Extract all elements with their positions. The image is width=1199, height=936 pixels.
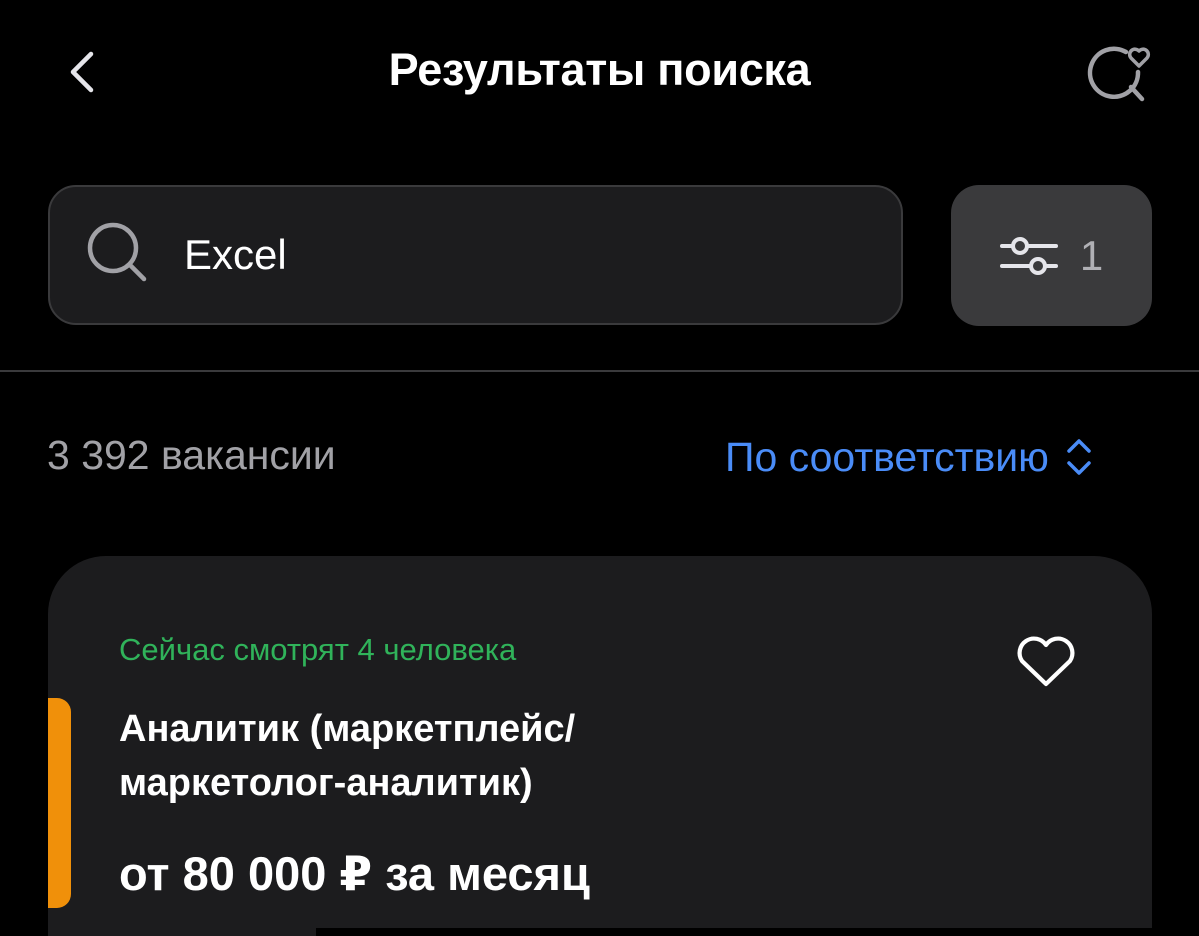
sliders-icon	[999, 236, 1058, 275]
header-divider	[0, 370, 1199, 372]
search-heart-icon	[1087, 46, 1151, 102]
viewers-count: Сейчас смотрят 4 человека	[119, 632, 517, 667]
vacancy-title[interactable]: Аналитик (маркетплейс/ маркетолог-аналит…	[119, 702, 979, 810]
results-count: 3 392 вакансии	[47, 432, 336, 478]
favorite-button[interactable]	[1010, 630, 1082, 694]
vacancy-title-line: Аналитик (маркетплейс/	[119, 708, 576, 750]
sort-button[interactable]: По соответствию	[725, 430, 1095, 484]
filter-button[interactable]: 1	[951, 185, 1152, 326]
filter-count-badge: 1	[1079, 231, 1104, 279]
vacancy-salary: от 80 000 ₽ за месяц	[119, 847, 590, 900]
sort-label: По соответствию	[725, 433, 1049, 480]
card-bottom-edge	[48, 928, 316, 936]
search-input[interactable]	[184, 225, 864, 285]
vacancy-title-line: маркетолог-аналитик)	[119, 762, 533, 804]
page-title: Результаты поиска	[388, 44, 811, 95]
search-box[interactable]	[48, 185, 903, 325]
search-results-screen: Результаты поиска 1 3 392 вакансии По со…	[0, 0, 1199, 936]
card-bottom-gap	[316, 928, 1152, 936]
search-icon	[87, 222, 147, 282]
highlight-bar	[48, 698, 71, 908]
saved-search-button[interactable]	[1078, 36, 1158, 112]
chevron-up-down-icon	[1067, 439, 1091, 475]
heart-icon	[1017, 636, 1075, 687]
